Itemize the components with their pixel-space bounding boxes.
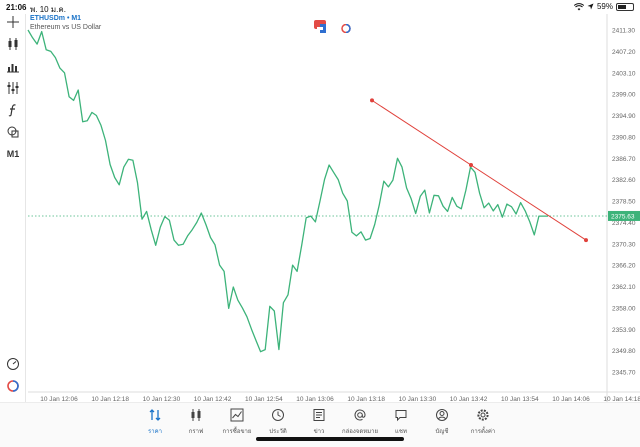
tab-trend-chart[interactable]: การซื้อขาย: [215, 408, 259, 436]
trend-line-mid-handle[interactable]: [469, 163, 473, 168]
trend-line-end-handle[interactable]: [584, 238, 588, 243]
y-tick-label: 2345.70: [612, 370, 636, 377]
price-chart[interactable]: 2411.30 2407.20 2403.10 2399.00 2394.90 2390.…: [0, 0, 640, 402]
account-icon: [436, 409, 448, 421]
symbol-title[interactable]: ETHUSDm • M1: [30, 15, 81, 22]
y-tick-label: 2386.70: [612, 156, 636, 163]
shapes-icon: [7, 126, 19, 138]
trend-line[interactable]: [371, 99, 587, 241]
settings-tool[interactable]: [4, 80, 22, 96]
tab-label: ประวัติ: [269, 429, 287, 435]
tab-chat[interactable]: แชท: [379, 408, 423, 436]
tab-history[interactable]: ประวัติ: [256, 408, 300, 436]
current-price-label: 2375.63: [611, 213, 635, 220]
candle-icon: [191, 409, 201, 421]
account-summary-button[interactable]: [4, 356, 22, 372]
home-indicator: [256, 437, 404, 441]
history-icon: [272, 409, 284, 421]
y-tick-label: 2378.50: [612, 199, 636, 206]
y-tick-label: 2403.10: [612, 70, 636, 77]
speedometer-icon: [7, 358, 19, 370]
trend-chart-icon: [230, 408, 244, 422]
one-click-icon: [7, 380, 19, 392]
tab-label: การตั้งค่า: [470, 429, 496, 435]
crosshair-icon: [7, 16, 19, 28]
buy-sell-icon: [317, 24, 326, 33]
y-tick-label: 2411.30: [612, 28, 635, 35]
one-click-button[interactable]: [340, 20, 352, 34]
updown-arrows-icon: [149, 409, 161, 421]
tab-label: ราคา: [148, 429, 162, 435]
function-icon: [8, 104, 16, 117]
tab-label: ข่าว: [313, 429, 325, 435]
tab-gear[interactable]: การตั้งค่า: [461, 408, 505, 436]
y-tick-label: 2362.10: [612, 284, 636, 291]
y-tick-label: 2382.60: [612, 177, 636, 184]
one-click-trading-button[interactable]: [4, 378, 22, 394]
tab-label: กล่องจดหมาย: [341, 429, 379, 435]
tab-label: การซื้อขาย: [222, 429, 252, 435]
tab-label: กราฟ: [188, 429, 204, 435]
price-line: [27, 29, 548, 353]
bar-chart-icon: [7, 64, 19, 73]
gear-icon: [477, 409, 489, 421]
y-tick-label: 2358.00: [612, 305, 636, 312]
indicators-tool[interactable]: [4, 58, 22, 74]
chat-icon: [395, 410, 407, 422]
tab-candle[interactable]: กราฟ: [174, 408, 218, 436]
y-tick-label: 2370.30: [612, 241, 636, 248]
y-tick-label: 2349.80: [612, 348, 636, 355]
timeframe-button[interactable]: M1: [4, 146, 22, 162]
y-tick-label: 2394.90: [612, 113, 636, 120]
crosshair-tool[interactable]: [4, 14, 22, 30]
timeframe-label: M1: [6, 149, 20, 159]
tab-label: แชท: [395, 429, 407, 435]
news-icon: [313, 409, 325, 421]
y-tick-label: 2399.00: [612, 92, 636, 99]
tab-updown-arrows[interactable]: ราคา: [133, 408, 177, 436]
function-tool[interactable]: [4, 102, 22, 118]
tab-account[interactable]: บัญชี: [420, 408, 464, 436]
y-tick-label: 2366.20: [612, 263, 636, 270]
objects-tool[interactable]: [4, 124, 22, 140]
y-tick-label: 2390.80: [612, 134, 636, 141]
y-tick-label: 2353.90: [612, 327, 636, 334]
tab-label: บัญชี: [435, 429, 449, 435]
at-icon: [354, 409, 366, 421]
settings-sliders-icon: [7, 82, 19, 94]
left-toolbar: M1: [0, 14, 26, 402]
candle-icon: [8, 38, 18, 50]
chart-type-tool[interactable]: [4, 36, 22, 52]
tab-news[interactable]: ข่าว: [297, 408, 341, 436]
trend-line-start-handle[interactable]: [370, 98, 374, 103]
y-tick-label: 2407.20: [612, 49, 636, 56]
symbol-description: Ethereum vs US Dollar: [30, 24, 102, 31]
one-click-icon: [341, 23, 351, 34]
trade-panel-button[interactable]: [314, 20, 326, 33]
tab-at[interactable]: กล่องจดหมาย: [338, 408, 382, 436]
